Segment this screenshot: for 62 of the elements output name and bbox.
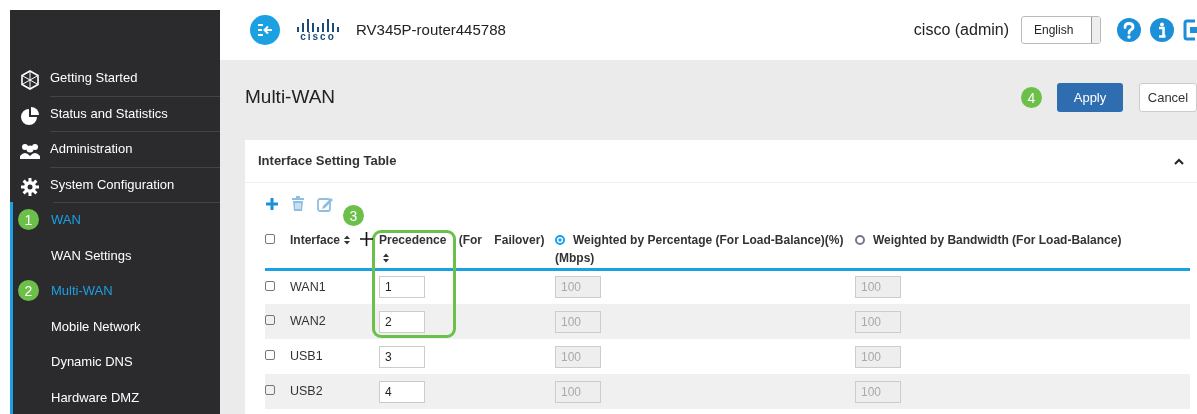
unit-label: (Mbps) [555, 250, 596, 267]
step-number: 4 [1021, 87, 1042, 108]
step-number: 2 [18, 280, 39, 301]
table-cell: USB1 [290, 339, 373, 374]
precedence-field[interactable]: 3 [379, 345, 425, 368]
step-number: 1 [18, 209, 39, 230]
checkbox[interactable] [265, 234, 275, 244]
apply-button[interactable]: Apply [1057, 83, 1123, 112]
network-icon [20, 70, 40, 90]
checkbox[interactable] [265, 350, 275, 361]
precedence-field[interactable]: 4 [379, 380, 425, 403]
logout-icon[interactable] [1183, 18, 1197, 42]
logo-bars-icon [296, 18, 340, 32]
add-icon[interactable] [265, 197, 279, 211]
weight-field: 100 [555, 310, 601, 333]
move-cursor-icon [360, 232, 373, 246]
weight-field: 100 [555, 276, 601, 299]
nav-item[interactable]: System Configuration [50, 174, 175, 194]
weight-field: 100 [855, 310, 901, 333]
precedence-field[interactable]: 1 [379, 276, 425, 299]
table-cell: USB2 [290, 374, 373, 409]
nav-item[interactable]: Getting Started [50, 68, 138, 88]
logo-text: cisco [300, 32, 336, 42]
nav-item[interactable]: Mobile Network [51, 316, 141, 336]
nav-item[interactable]: Status and Statistics [50, 103, 168, 123]
checkbox[interactable] [265, 315, 275, 326]
nav-item[interactable]: Administration [50, 139, 133, 159]
page-title: Multi-WAN [245, 86, 336, 109]
trash-icon[interactable] [291, 196, 305, 212]
step-number: 3 [343, 205, 364, 226]
nav-group[interactable]: WAN [51, 210, 81, 230]
pie-chart-icon [20, 105, 40, 126]
help-icon[interactable] [1117, 18, 1141, 42]
table-cell: WAN2 [290, 304, 373, 339]
weight-field: 100 [855, 380, 901, 403]
table-cell: WAN1 [290, 269, 373, 304]
hostname: RV345P-router445788 [356, 19, 506, 40]
weight-field: 100 [855, 276, 901, 299]
panel-title: Interface Setting Table [258, 152, 397, 171]
checkbox[interactable] [265, 280, 275, 291]
checkbox[interactable] [265, 385, 275, 396]
column-header[interactable]: Precedence (For Failover) [379, 232, 545, 248]
user-name: cisco (admin) [913, 20, 1009, 40]
nav-item[interactable]: Multi-WAN [51, 281, 113, 301]
language-select[interactable]: English [1021, 16, 1101, 44]
cancel-button[interactable]: Cancel [1139, 83, 1197, 112]
gear-icon [20, 176, 40, 197]
nav-item[interactable]: Hardware DMZ [51, 387, 140, 407]
collapse-menu-icon[interactable] [250, 15, 280, 45]
precedence-field[interactable]: 2 [379, 310, 425, 333]
edit-icon[interactable] [317, 196, 334, 212]
info-icon[interactable] [1150, 18, 1174, 42]
weight-field: 100 [555, 345, 601, 368]
weight-field: 100 [555, 380, 601, 403]
nav-item[interactable]: Dynamic DNS [51, 352, 133, 372]
nav-item[interactable]: WAN Settings [51, 245, 132, 265]
radio-option[interactable]: Weighted by Percentage (For Load-Balance)(%) [555, 231, 855, 249]
people-icon [20, 141, 40, 161]
radio-option[interactable]: Weighted by Bandwidth (For Load-Balance) [855, 231, 1122, 249]
collapse-caret-icon[interactable] [1174, 157, 1184, 165]
weight-field: 100 [855, 345, 901, 368]
column-header[interactable]: Interface [290, 232, 341, 248]
